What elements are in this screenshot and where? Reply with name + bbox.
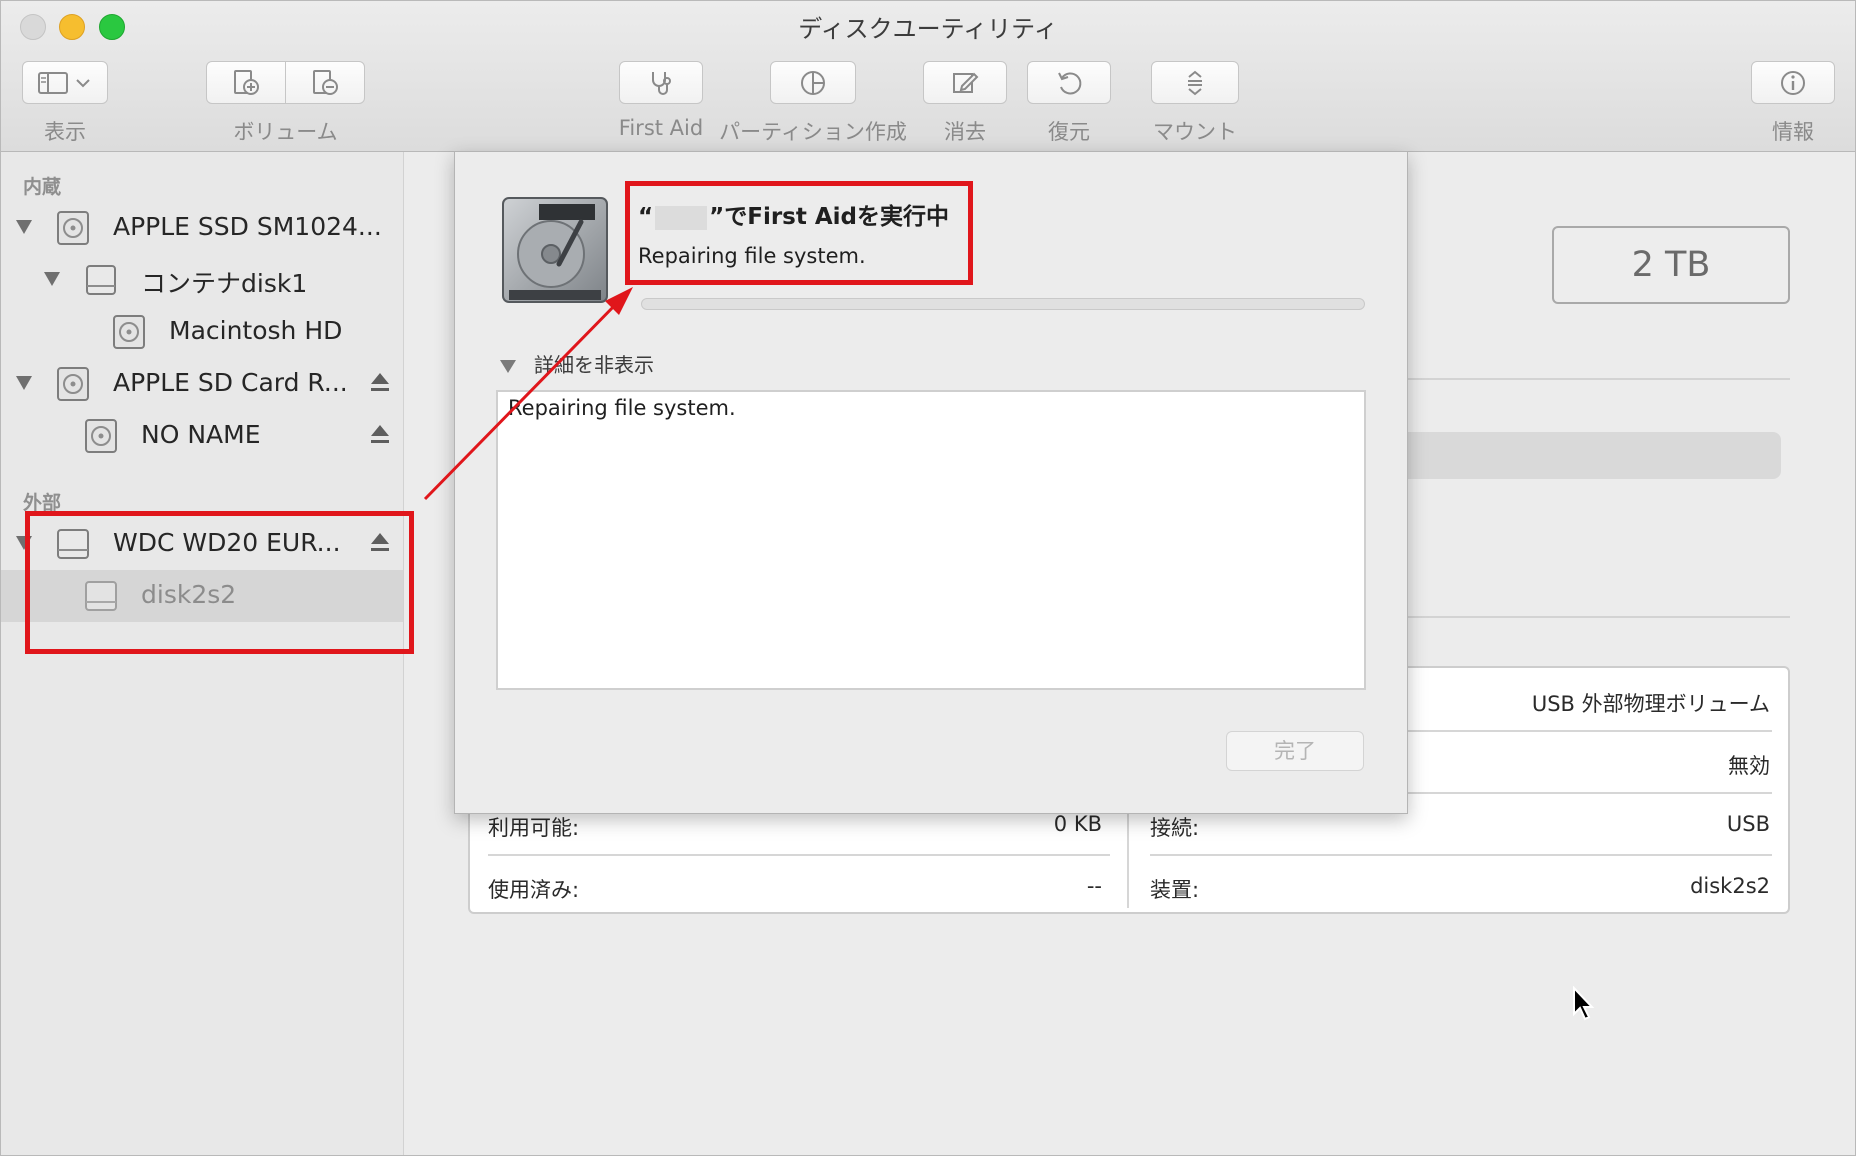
divider [1406, 378, 1790, 380]
eject-icon[interactable] [371, 373, 389, 393]
usage-bar [1381, 432, 1781, 479]
sidebar-item-label: Macintosh HD [169, 316, 343, 345]
sidebar-item-container-disk1[interactable]: コンテナdisk1 [1, 254, 403, 306]
sidebar-item-label: コンテナdisk1 [141, 269, 308, 298]
add-volume-icon [234, 69, 260, 95]
partition-button[interactable] [770, 61, 856, 104]
info-button[interactable] [1751, 61, 1835, 104]
sidebar-item-apple-ssd[interactable]: APPLE SSD SM1024... [1, 202, 403, 254]
sidebar-toggle-icon [38, 71, 90, 94]
connection-label: 接続: [1150, 816, 1200, 840]
disk-utility-window: ディスクユーティリティ 表示 ボリューム First Aid パーティション作成… [0, 0, 1856, 1156]
device-label: 装置: [1150, 878, 1200, 902]
first-aid-log[interactable]: Repairing file system. [496, 390, 1366, 690]
sidebar-item-no-name[interactable]: NO NAME [1, 410, 403, 462]
used-value: -- [1086, 874, 1102, 898]
available-label: 利用可能: [488, 816, 580, 840]
owners-value: 無効 [1728, 754, 1770, 778]
disclosure-triangle-icon[interactable] [16, 220, 32, 234]
toolbar: ディスクユーティリティ 表示 ボリューム First Aid パーティション作成… [1, 1, 1855, 152]
remove-volume-icon [312, 69, 338, 95]
sd-card-icon [57, 367, 89, 401]
info-icon [1781, 70, 1805, 95]
erase-label: 消去 [944, 120, 986, 144]
mouse-cursor-icon [1573, 986, 1595, 1021]
mount-button[interactable] [1151, 61, 1239, 104]
capacity-badge: 2 TB [1552, 226, 1790, 304]
remove-volume-button[interactable] [286, 68, 365, 98]
segment-divider [285, 61, 286, 104]
volume-label: ボリューム [233, 120, 338, 144]
hide-details-toggle[interactable]: 詳細を非表示 [500, 349, 654, 378]
sidebar-item-label: APPLE SD Card R... [113, 368, 348, 397]
hard-drive-icon [502, 197, 608, 303]
internal-disk-icon [57, 211, 89, 245]
done-button[interactable]: 完了 [1226, 731, 1364, 771]
erase-pencil-icon [953, 72, 979, 93]
connection-value: USB [1726, 812, 1770, 836]
first-aid-label: First Aid [618, 116, 704, 140]
first-aid-progress-bar [641, 298, 1365, 310]
sidebar-item-macintosh-hd[interactable]: Macintosh HD [1, 306, 403, 358]
sidebar: 内蔵 APPLE SSD SM1024... コンテナdisk1 Macinto… [1, 152, 404, 1155]
volume-type-value: USB 外部物理ボリューム [1531, 692, 1770, 716]
sidebar-section-internal: 内蔵 [23, 176, 62, 198]
info-label: 情報 [1772, 120, 1814, 144]
partition-pie-icon [801, 70, 825, 95]
available-value: 0 KB [1053, 812, 1102, 836]
used-label: 使用済み: [488, 878, 580, 902]
volume-icon [85, 419, 117, 453]
table-column-divider [1127, 798, 1129, 908]
eject-icon[interactable] [371, 425, 389, 445]
sidebar-item-apple-sd-card[interactable]: APPLE SD Card R... [1, 358, 403, 410]
window-title: ディスクユーティリティ [798, 15, 1058, 43]
view-label: 表示 [44, 120, 86, 144]
restore-label: 復元 [1048, 120, 1090, 144]
view-button[interactable] [22, 61, 108, 104]
log-text: Repairing file system. [508, 396, 736, 420]
table-divider [488, 854, 1110, 856]
device-value: disk2s2 [1690, 874, 1770, 898]
add-volume-button[interactable] [207, 68, 286, 98]
stethoscope-icon [652, 71, 671, 95]
disclosure-triangle-icon [500, 360, 516, 373]
disclosure-triangle-icon[interactable] [16, 376, 32, 390]
table-divider [1150, 854, 1772, 856]
annotation-highlight-title [625, 181, 973, 285]
mount-icon [1188, 70, 1202, 95]
hide-details-label: 詳細を非表示 [534, 353, 654, 377]
disclosure-triangle-icon[interactable] [44, 272, 60, 286]
mount-label: マウント [1153, 120, 1237, 144]
restore-arrow-icon [1058, 71, 1082, 94]
restore-button[interactable] [1027, 61, 1111, 104]
sidebar-item-label: NO NAME [141, 420, 261, 449]
annotation-highlight-external-disk [25, 511, 414, 654]
container-icon [86, 265, 116, 295]
first-aid-button[interactable] [619, 61, 703, 104]
divider [1406, 616, 1790, 618]
sidebar-item-label: APPLE SSD SM1024... [113, 212, 382, 241]
partition-label: パーティション作成 [719, 120, 907, 144]
volume-icon [113, 315, 145, 349]
erase-button[interactable] [923, 61, 1007, 104]
